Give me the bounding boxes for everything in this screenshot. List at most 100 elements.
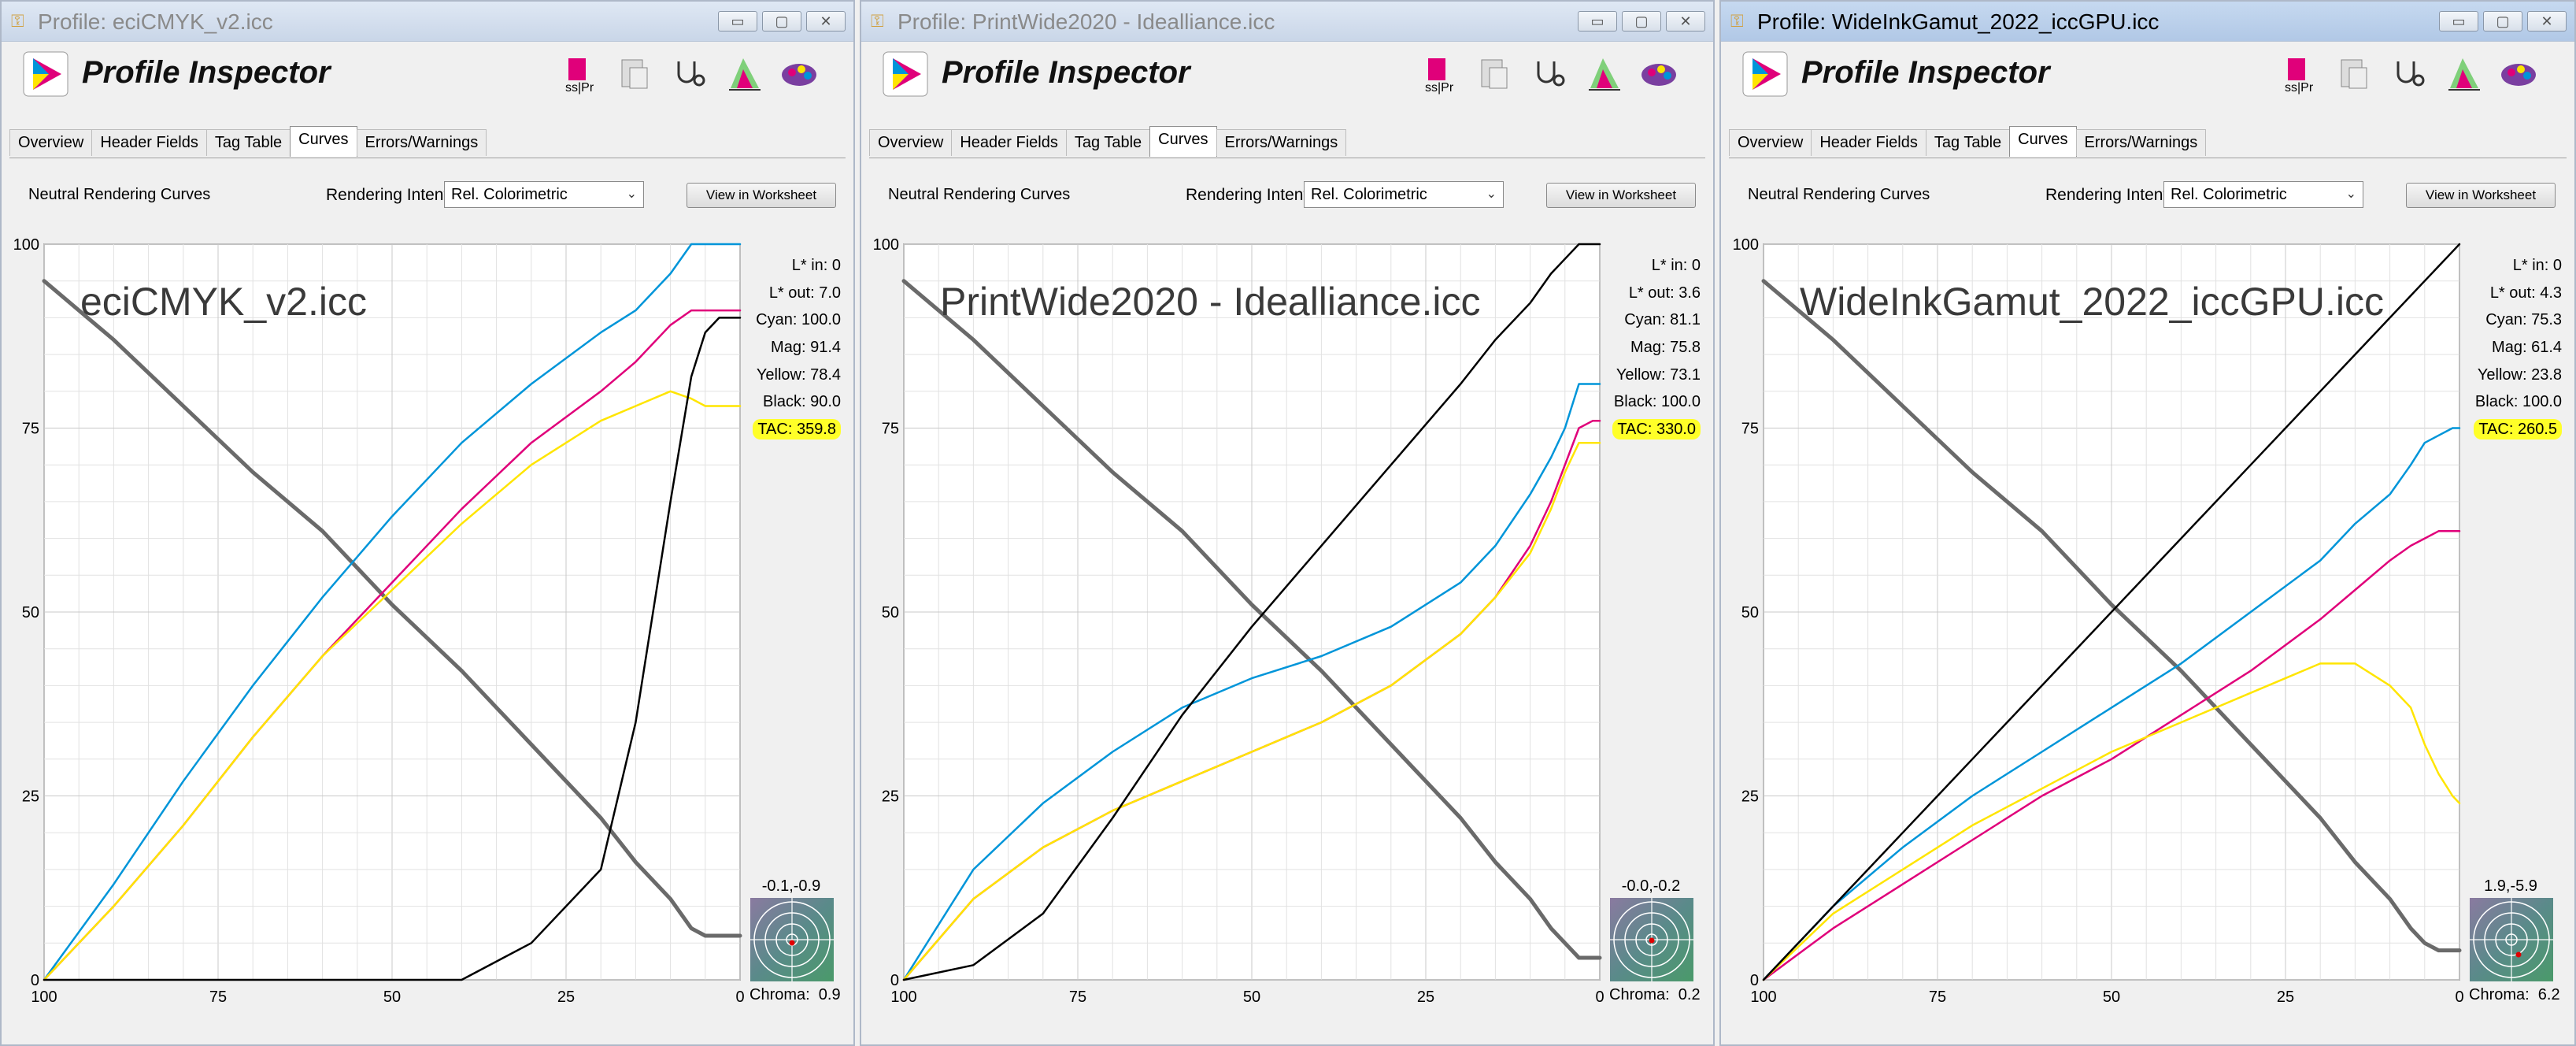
document-icon[interactable]	[2332, 54, 2374, 96]
x-tick-label: 75	[1069, 989, 1086, 1006]
tab-bar: Overview Header Fields Tag Table Curves …	[1729, 126, 2567, 158]
profile-compare-icon[interactable]: ss|Pr	[2277, 54, 2319, 96]
app-title: Profile Inspector	[942, 55, 1190, 90]
close-button[interactable]: ✕	[2527, 11, 2567, 32]
tab-header-fields[interactable]: Header Fields	[951, 129, 1067, 156]
gamut-icon[interactable]	[2442, 54, 2485, 96]
tab-errors-warnings[interactable]: Errors/Warnings	[2075, 129, 2207, 156]
x-tick-label: 50	[2103, 989, 2120, 1006]
tab-header-fields[interactable]: Header Fields	[91, 129, 207, 156]
document-icon[interactable]	[613, 54, 655, 96]
maximize-button[interactable]: ▢	[762, 11, 801, 32]
bullseye-target-icon	[2470, 898, 2553, 981]
gamut-icon[interactable]	[723, 54, 765, 96]
stethoscope-icon[interactable]	[2387, 54, 2430, 96]
view-in-worksheet-button[interactable]: View in Worksheet	[2406, 183, 2556, 208]
cyan-readout: Cyan: 100.0	[756, 311, 841, 329]
controls-row: Neutral Rendering Curves Rendering Inten…	[861, 175, 1713, 222]
yellow-readout: Yellow: 23.8	[2477, 365, 2562, 384]
title-bar[interactable]: ⚿ Profile: PrintWide2020 - Idealliance.i…	[861, 2, 1713, 42]
minimize-button[interactable]: ▭	[1578, 11, 1617, 32]
y-tick-label: 0	[31, 972, 39, 989]
chroma-readout: Chroma: 0.2	[1609, 986, 1701, 1003]
x-tick-label: 100	[31, 989, 57, 1006]
document-icon[interactable]	[1472, 54, 1515, 96]
rendering-intent-select[interactable]: Rel. Colorimetric ⌄	[444, 181, 644, 208]
close-button[interactable]: ✕	[806, 11, 846, 32]
maximize-button[interactable]: ▢	[1622, 11, 1661, 32]
chevron-down-icon: ⌄	[2345, 187, 2356, 201]
bullseye-label: -0.1,-0.9	[761, 877, 821, 895]
black-readout: Black: 90.0	[763, 393, 841, 411]
l-in-readout: L* in: 0	[791, 257, 841, 274]
title-bar[interactable]: ⚿ Profile: eciCMYK_v2.icc ▭ ▢ ✕	[2, 2, 853, 42]
tab-tag-table[interactable]: Tag Table	[205, 129, 291, 156]
y-tick-label: 0	[1750, 972, 1759, 989]
x-tick-label: 0	[735, 989, 744, 1006]
y-tick-label: 25	[22, 788, 39, 806]
black-readout: Black: 100.0	[2474, 393, 2562, 411]
mag-readout: Mag: 75.8	[1630, 339, 1701, 357]
controls-row: Neutral Rendering Curves Rendering Inten…	[1721, 175, 2574, 222]
title-bar[interactable]: ⚿ Profile: WideInkGamut_2022_iccGPU.icc …	[1721, 2, 2574, 42]
rendering-intent-select[interactable]: Rel. Colorimetric ⌄	[2163, 181, 2363, 208]
tab-curves[interactable]: Curves	[1149, 126, 1217, 157]
bullseye-label: -0.0,-0.2	[1621, 877, 1681, 895]
palette-icon[interactable]	[1638, 54, 1680, 96]
gamut-icon[interactable]	[1582, 54, 1625, 96]
app-header: Profile Inspector ss|Pr	[861, 43, 1713, 121]
bullseye-target-icon	[1610, 898, 1693, 981]
view-in-worksheet-button[interactable]: View in Worksheet	[687, 183, 836, 208]
tab-errors-warnings[interactable]: Errors/Warnings	[1216, 129, 1347, 156]
y-tick-label: 50	[1741, 604, 1759, 621]
palette-icon[interactable]	[778, 54, 820, 96]
rendering-intent-select[interactable]: Rel. Colorimetric ⌄	[1304, 181, 1504, 208]
palette-icon[interactable]	[2497, 54, 2540, 96]
rendering-intent-label: Rendering Intent:	[326, 186, 453, 204]
tab-tag-table[interactable]: Tag Table	[1925, 129, 2011, 156]
minimize-button[interactable]: ▭	[718, 11, 757, 32]
rendering-intent-label: Rendering Intent:	[1186, 186, 1313, 204]
mag-readout: Mag: 91.4	[771, 339, 841, 357]
window-title: Profile: PrintWide2020 - Idealliance.icc	[898, 9, 1275, 34]
x-tick-label: 25	[557, 989, 575, 1006]
tab-errors-warnings[interactable]: Errors/Warnings	[356, 129, 487, 156]
x-tick-label: 0	[2455, 989, 2463, 1006]
app-header: Profile Inspector ss|Pr	[1721, 43, 2574, 121]
tac-readout: TAC: 260.5	[2474, 419, 2562, 440]
bullseye-target-icon	[750, 898, 834, 981]
minimize-button[interactable]: ▭	[2439, 11, 2478, 32]
close-button[interactable]: ✕	[1666, 11, 1705, 32]
profile-compare-icon[interactable]: ss|Pr	[557, 54, 600, 96]
tab-bar: Overview Header Fields Tag Table Curves …	[869, 126, 1705, 158]
svg-text:ss|Pr: ss|Pr	[1425, 81, 1454, 95]
tab-overview[interactable]: Overview	[869, 129, 953, 156]
y-tick-label: 25	[882, 788, 899, 806]
tab-tag-table[interactable]: Tag Table	[1065, 129, 1151, 156]
stethoscope-icon[interactable]	[1527, 54, 1570, 96]
x-tick-label: 25	[1417, 989, 1434, 1006]
y-tick-label: 0	[890, 972, 899, 989]
tab-curves[interactable]: Curves	[290, 126, 357, 157]
chevron-down-icon: ⌄	[626, 187, 637, 201]
app-title: Profile Inspector	[82, 55, 331, 90]
tab-overview[interactable]: Overview	[9, 129, 93, 156]
app-title: Profile Inspector	[1801, 55, 2050, 90]
view-in-worksheet-button[interactable]: View in Worksheet	[1546, 183, 1696, 208]
x-tick-label: 100	[890, 989, 916, 1006]
chart-profile-label: eciCMYK_v2.icc	[80, 280, 367, 324]
app-logo-icon	[883, 51, 928, 97]
readout-panel: L* in: 0 L* out: 4.3 Cyan: 75.3 Mag: 61.…	[2459, 252, 2562, 443]
y-tick-label: 100	[1733, 236, 1759, 254]
tab-header-fields[interactable]: Header Fields	[1811, 129, 1926, 156]
tab-overview[interactable]: Overview	[1729, 129, 1812, 156]
stethoscope-icon[interactable]	[668, 54, 710, 96]
app-logo-icon	[23, 51, 68, 97]
maximize-button[interactable]: ▢	[2483, 11, 2522, 32]
yellow-readout: Yellow: 78.4	[756, 365, 841, 384]
tab-curves[interactable]: Curves	[2009, 126, 2077, 157]
svg-text:ss|Pr: ss|Pr	[2285, 81, 2314, 95]
yellow-readout: Yellow: 73.1	[1616, 365, 1701, 384]
profile-compare-icon[interactable]: ss|Pr	[1417, 54, 1460, 96]
neutral-curves-label: Neutral Rendering Curves	[888, 186, 1071, 203]
